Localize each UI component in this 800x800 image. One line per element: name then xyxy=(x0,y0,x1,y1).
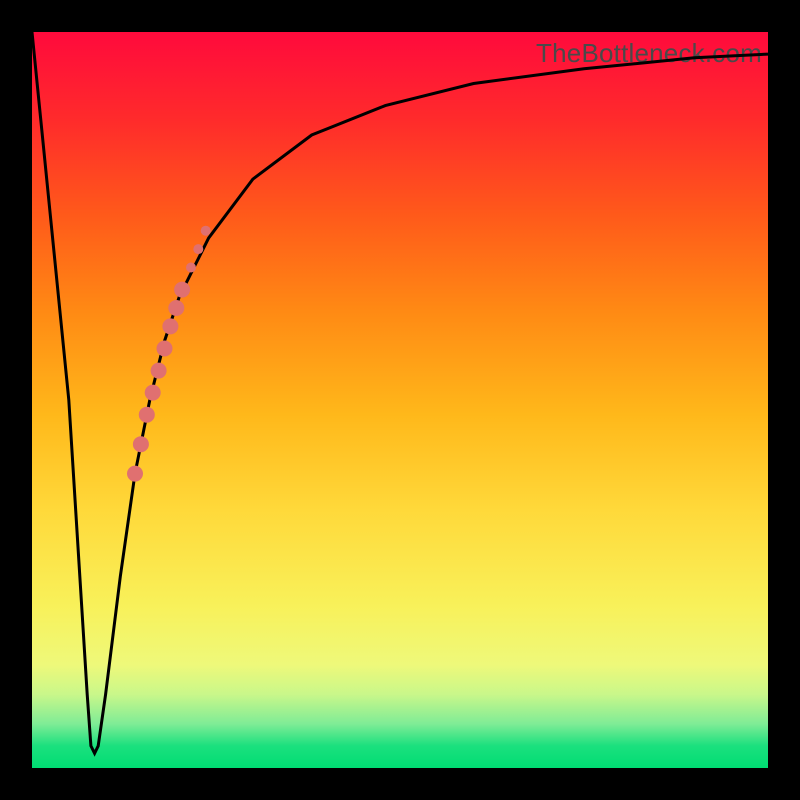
highlight-dot xyxy=(201,226,211,236)
highlight-dot xyxy=(162,318,178,334)
bottleneck-curve xyxy=(32,32,768,753)
highlight-dot xyxy=(145,385,161,401)
highlight-dot xyxy=(133,436,149,452)
highlight-dot xyxy=(139,407,155,423)
highlight-dot xyxy=(193,244,203,254)
highlight-dot xyxy=(151,363,167,379)
highlight-dot xyxy=(186,263,196,273)
highlight-dot xyxy=(157,341,173,357)
chart-frame: TheBottleneck.com xyxy=(0,0,800,800)
highlight-markers xyxy=(127,226,211,482)
curve-svg xyxy=(32,32,768,768)
highlight-dot xyxy=(174,282,190,298)
highlight-dot xyxy=(168,300,184,316)
highlight-dot xyxy=(127,466,143,482)
plot-area: TheBottleneck.com xyxy=(32,32,768,768)
